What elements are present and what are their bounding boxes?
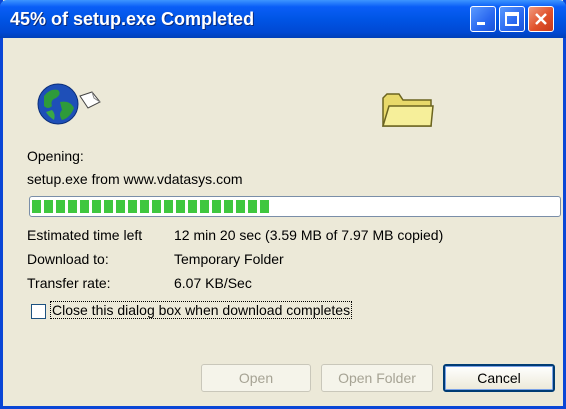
folder-icon — [381, 93, 434, 127]
close-icon — [535, 13, 547, 25]
close-button[interactable] — [528, 6, 554, 32]
cancel-button[interactable]: Cancel — [443, 364, 555, 392]
open-folder-button[interactable]: Open Folder — [321, 364, 433, 392]
opening-file-info: setup.exe from www.vdatasys.com — [27, 171, 243, 187]
maximize-icon — [505, 12, 519, 26]
estimated-time-value: 12 min 20 sec (3.59 MB of 7.97 MB copied… — [174, 227, 444, 243]
open-button[interactable]: Open — [201, 364, 311, 392]
download-dialog: 45% of setup.exe Completed Opening: setu… — [0, 0, 566, 409]
title-bar[interactable]: 45% of setup.exe Completed — [0, 0, 566, 38]
window-title: 45% of setup.exe Completed — [10, 9, 255, 29]
close-when-done-label[interactable]: Close this dialog box when download comp… — [49, 301, 353, 319]
transfer-rate-value: 6.07 KB/Sec — [174, 275, 252, 291]
opening-label: Opening: — [27, 148, 84, 164]
download-to-label: Download to: — [27, 251, 109, 267]
minimize-icon — [477, 22, 485, 25]
maximize-button[interactable] — [499, 6, 525, 32]
globe-with-document-icon — [37, 83, 101, 125]
transfer-rate-label: Transfer rate: — [27, 275, 111, 291]
close-when-done-checkbox[interactable] — [31, 304, 46, 319]
download-to-value: Temporary Folder — [174, 251, 284, 267]
minimize-button[interactable] — [470, 6, 496, 32]
progress-fill — [32, 200, 269, 213]
download-progress-bar — [29, 196, 561, 217]
estimated-time-label: Estimated time left — [27, 227, 143, 243]
